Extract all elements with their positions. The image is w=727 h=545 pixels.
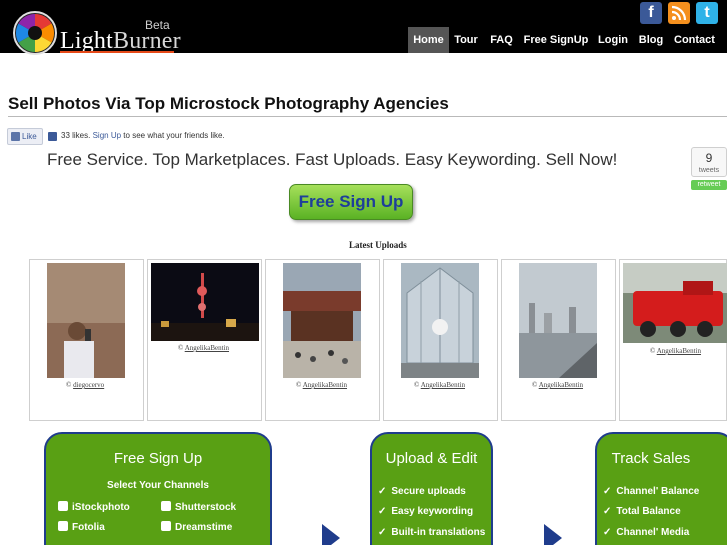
upload-card[interactable]: © AngelikaBentin [147,259,262,421]
nav-faq[interactable]: FAQ [487,27,516,53]
author-link[interactable]: diegocervo [73,381,104,389]
photo-glass-apple[interactable] [401,263,479,378]
feature-translations: ✓ Built-in translations [378,527,485,538]
nav-free-signup[interactable]: Free SignUp [522,27,590,53]
rss-icon[interactable] [668,2,690,24]
channel-fotolia[interactable]: Fotolia [58,521,105,533]
like-signup-link[interactable]: Sign Up [93,131,121,140]
tagline: Free Service. Top Marketplaces. Fast Upl… [47,150,618,169]
upload-credit: © AngelikaBentin [296,381,348,389]
channel-istockphoto[interactable]: iStockphoto [58,501,130,513]
feature-label: Easy keywording [391,506,474,517]
title-divider [8,116,727,117]
channel-label: Shutterstock [175,502,237,513]
tweet-counter: 9 tweets [691,147,727,177]
upload-card[interactable]: © diegocervo [29,259,144,421]
step-arrow-icon [322,524,340,545]
facebook-icon[interactable]: f [640,2,662,24]
feature-label: Channel' Media [616,527,690,538]
feature-channel-media: ✓ Channel' Media [603,527,689,538]
retweet-button[interactable]: retweet [691,180,727,190]
feature-easy-keywording: ✓ Easy keywording [378,506,473,517]
feature-secure-uploads: ✓ Secure uploads [378,486,466,497]
feature-label: Total Balance [616,506,681,517]
panel-signup-title: Free Sign Up [113,450,203,467]
photo-tower-night[interactable] [151,263,259,341]
panel-upload-title: Upload & Edit [385,450,478,467]
shutterstock-icon [161,501,171,511]
channel-dreamstime[interactable]: Dreamstime [161,521,232,533]
panel-track-sales[interactable]: Track Sales ✓ Channel' Balance ✓ Total Bal… [595,432,727,545]
feature-label: Channel' Balance [616,486,700,497]
author-link[interactable]: AngelikaBentin [657,347,701,355]
check-icon: ✓ [603,486,612,497]
upload-credit: © AngelikaBentin [414,381,466,389]
channel-label: Fotolia [72,522,105,533]
like-label: Like [22,132,37,141]
upload-credit: © AngelikaBentin [178,344,230,352]
panel-upload-edit[interactable]: Upload & Edit ✓ Secure uploads ✓ Easy keyw… [370,432,493,545]
upload-credit: © AngelikaBentin [532,381,584,389]
author-link[interactable]: AngelikaBentin [185,344,229,352]
twitter-icon[interactable]: t [696,2,718,24]
nav-contact[interactable]: Contact [672,27,717,53]
like-count: 33 likes. [61,131,91,140]
photo-red-train[interactable] [623,263,727,343]
author-link[interactable]: AngelikaBentin [539,381,583,389]
channel-shutterstock[interactable]: Shutterstock [161,501,236,513]
check-icon: ✓ [378,506,387,517]
photo-man-phone[interactable] [47,263,125,378]
tweet-label: tweets [698,167,720,174]
channel-label: iStockphoto [72,502,130,513]
author-link[interactable]: AngelikaBentin [303,381,347,389]
aperture-logo-icon[interactable] [12,10,58,56]
photo-river-city[interactable] [519,263,597,378]
tweet-count: 9 [705,151,713,165]
free-signup-button[interactable]: Free Sign Up [289,184,413,220]
brand-underline [60,51,174,53]
facebook-small-icon [48,132,57,141]
dreamstime-icon [161,521,171,531]
nav-blog[interactable]: Blog [636,27,666,53]
latest-uploads-gallery: © diegocervo © AngelikaBentin © Angelika… [29,259,727,421]
upload-card[interactable]: © AngelikaBentin [619,259,727,421]
like-summary: 33 likes. Sign Up to see what your frien… [61,131,225,140]
photo-temple-crowd[interactable] [283,263,361,378]
feature-label: Built-in translations [391,527,486,538]
nav-tour[interactable]: Tour [451,27,481,53]
facebook-like-button[interactable]: Like [7,128,43,145]
step-arrow-icon [544,524,562,545]
check-icon: ✓ [378,486,387,497]
upload-card[interactable]: © AngelikaBentin [501,259,616,421]
upload-credit: © diegocervo [66,381,105,389]
latest-uploads-heading: Latest Uploads [349,240,407,250]
page: LightBurner Beta f t Home Tour FAQ Free … [0,0,727,545]
check-icon: ✓ [603,527,612,538]
author-link[interactable]: AngelikaBentin [421,381,465,389]
site-header: LightBurner Beta f t Home Tour FAQ Free … [0,0,727,56]
nav-login[interactable]: Login [596,27,630,53]
istockphoto-icon [58,501,68,511]
panel-free-signup[interactable]: Free Sign Up Select Your Channels iStock… [44,432,272,545]
check-icon: ✓ [603,506,612,517]
panel-track-title: Track Sales [611,450,691,467]
page-title: Sell Photos Via Top Microstock Photograp… [8,94,449,113]
fotolia-icon [58,521,68,531]
upload-credit: © AngelikaBentin [650,347,702,355]
feature-channel-balance: ✓ Channel' Balance [603,486,699,497]
panel-signup-subtitle: Select Your Channels [107,480,209,491]
feature-label: Secure uploads [391,486,466,497]
like-suffix: to see what your friends like. [123,131,225,140]
upload-card[interactable]: © AngelikaBentin [265,259,380,421]
nav-home[interactable]: Home [408,27,449,53]
check-icon: ✓ [378,527,387,538]
channel-label: Dreamstime [175,522,233,533]
upload-card[interactable]: © AngelikaBentin [383,259,498,421]
beta-label: Beta [145,18,170,32]
thumbs-up-icon [11,132,20,141]
feature-total-balance: ✓ Total Balance [603,506,681,517]
